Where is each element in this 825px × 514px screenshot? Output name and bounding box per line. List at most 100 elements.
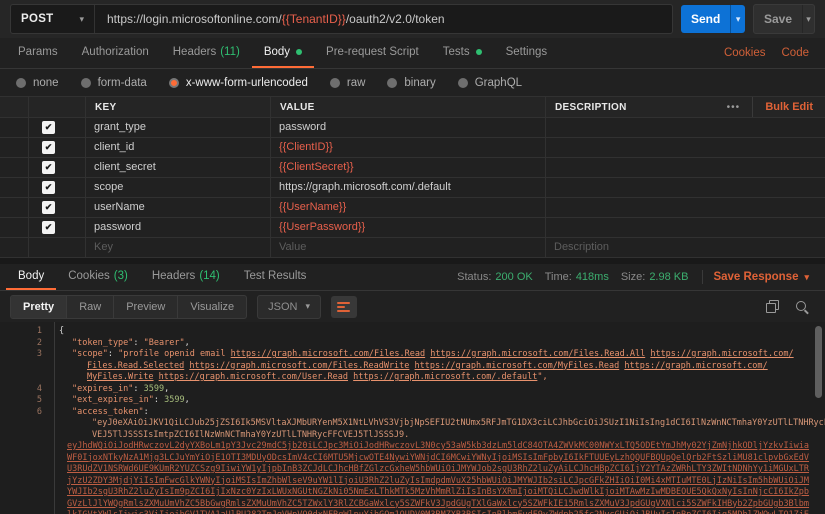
response-tab[interactable]: Body: [6, 264, 56, 290]
request-tab[interactable]: Params: [6, 38, 70, 68]
param-key[interactable]: grant_type: [85, 118, 270, 137]
url-input[interactable]: https://login.microsoftonline.com/{{Tena…: [95, 12, 672, 26]
param-description[interactable]: [545, 158, 825, 177]
param-key[interactable]: userName: [85, 198, 270, 217]
url-text: /oauth2/v2.0/token: [346, 12, 445, 26]
response-tab[interactable]: Test Results: [232, 264, 319, 290]
body-mode-option[interactable]: x-www-form-urlencoded: [169, 77, 308, 89]
method-dropdown[interactable]: POST ▾: [11, 5, 95, 33]
save-label: Save: [754, 5, 802, 33]
param-value[interactable]: {{ClientID}}: [270, 138, 545, 157]
request-url-bar: POST ▾ https://login.microsoftonline.com…: [0, 0, 825, 38]
param-value[interactable]: password: [270, 118, 545, 137]
body-mode-option[interactable]: none: [16, 77, 59, 89]
body-mode-option[interactable]: binary: [387, 77, 435, 89]
drag-handle[interactable]: [0, 178, 28, 197]
save-button[interactable]: Save ▾: [753, 4, 815, 34]
response-tab[interactable]: Headers (14): [140, 264, 232, 290]
drag-handle[interactable]: [0, 118, 28, 137]
checkbox-cell: [28, 238, 85, 257]
view-mode-button[interactable]: Preview: [114, 296, 178, 318]
body-mode-option[interactable]: GraphQL: [458, 77, 522, 89]
radio-icon: [16, 78, 26, 88]
send-button[interactable]: Send ▾: [681, 5, 745, 33]
code-line: Files.Read.Selected https://graph.micros…: [0, 361, 825, 373]
request-tab[interactable]: Headers (11): [161, 38, 252, 68]
param-value[interactable]: https://graph.microsoft.com/.default: [270, 178, 545, 197]
row-checkbox[interactable]: [42, 201, 55, 214]
search-icon[interactable]: [795, 300, 809, 314]
chevron-down-icon: ▾: [804, 273, 809, 282]
request-tab[interactable]: Settings: [494, 38, 560, 68]
row-checkbox[interactable]: [42, 181, 55, 194]
beautify-button[interactable]: [331, 296, 357, 318]
request-tab[interactable]: Tests: [431, 38, 494, 68]
send-options-button[interactable]: ▾: [730, 5, 745, 33]
tab-label: Body: [18, 270, 44, 282]
param-value[interactable]: {{ClientSecret}}: [270, 158, 545, 177]
row-checkbox[interactable]: [42, 161, 55, 174]
value-placeholder[interactable]: Value: [270, 238, 545, 257]
view-mode-button[interactable]: Visualize: [178, 296, 246, 318]
param-row: scope https://graph.microsoft.com/.defau…: [0, 178, 825, 198]
param-description[interactable]: [545, 118, 825, 137]
language-dropdown[interactable]: JSON ▾: [257, 295, 321, 319]
tab-label: Headers: [173, 46, 216, 58]
more-options-icon[interactable]: •••: [714, 97, 752, 117]
request-tab[interactable]: Pre-request Script: [314, 38, 431, 68]
scrollbar[interactable]: [815, 324, 824, 512]
tab-label: Test Results: [244, 270, 307, 282]
drag-handle[interactable]: [0, 138, 28, 157]
param-description[interactable]: [545, 178, 825, 197]
drag-handle[interactable]: [0, 218, 28, 237]
mode-label: form-data: [98, 77, 147, 89]
request-tab[interactable]: Body: [252, 38, 314, 68]
divider: [702, 270, 703, 284]
param-value[interactable]: {{UserName}}: [270, 198, 545, 217]
param-key[interactable]: client_secret: [85, 158, 270, 177]
row-checkbox[interactable]: [42, 221, 55, 234]
bulk-edit-link[interactable]: Bulk Edit: [752, 97, 825, 117]
param-row: grant_type password: [0, 118, 825, 138]
body-mode-option[interactable]: form-data: [81, 77, 147, 89]
response-view-bar: Pretty Raw Preview Visualize JSON ▾: [0, 291, 825, 322]
code-line: 4"expires_in": 3599,: [0, 384, 825, 396]
view-mode-group: Pretty Raw Preview Visualize: [10, 295, 247, 319]
save-options-button[interactable]: ▾: [802, 5, 814, 33]
param-description[interactable]: [545, 198, 825, 217]
view-mode-button[interactable]: Raw: [67, 296, 114, 318]
param-value[interactable]: {{UserPassword}}: [270, 218, 545, 237]
response-tab[interactable]: Cookies (3): [56, 264, 140, 290]
view-mode-button[interactable]: Pretty: [11, 296, 67, 318]
response-body[interactable]: 1{2"token_type": "Bearer",3"scope": "pro…: [0, 322, 825, 514]
chevron-down-icon: ▾: [806, 15, 811, 24]
language-label: JSON: [268, 301, 297, 313]
param-key[interactable]: password: [85, 218, 270, 237]
code-link[interactable]: Code: [782, 47, 810, 59]
request-tab[interactable]: Authorization: [70, 38, 161, 68]
new-param-row: Key Value Description: [0, 238, 825, 258]
gutter: [0, 238, 28, 257]
param-key[interactable]: scope: [85, 178, 270, 197]
status-badge: 200 OK: [495, 271, 532, 283]
param-row: client_secret {{ClientSecret}}: [0, 158, 825, 178]
cookies-link[interactable]: Cookies: [724, 47, 766, 59]
param-key[interactable]: client_id: [85, 138, 270, 157]
copy-icon[interactable]: [766, 300, 779, 313]
save-response-button[interactable]: Save Response ▾: [713, 271, 809, 283]
body-mode-option[interactable]: raw: [330, 77, 366, 89]
param-description[interactable]: [545, 218, 825, 237]
request-tabs: Params Authorization Headers (11) Body: [0, 38, 825, 69]
row-checkbox[interactable]: [42, 121, 55, 134]
description-placeholder[interactable]: Description: [545, 238, 825, 257]
key-placeholder[interactable]: Key: [85, 238, 270, 257]
drag-handle[interactable]: [0, 198, 28, 217]
checkbox-cell: [28, 118, 85, 137]
param-description[interactable]: [545, 138, 825, 157]
code-line: WF0IjoxNTkyNzA1Mjg3LCJuYmYiOjE1OTI3MDUyO…: [0, 453, 825, 465]
scrollbar-thumb[interactable]: [815, 326, 822, 398]
drag-handle[interactable]: [0, 158, 28, 177]
code-line: 2"token_type": "Bearer",: [0, 338, 825, 350]
row-checkbox[interactable]: [42, 141, 55, 154]
green-dot-icon: [296, 49, 302, 55]
